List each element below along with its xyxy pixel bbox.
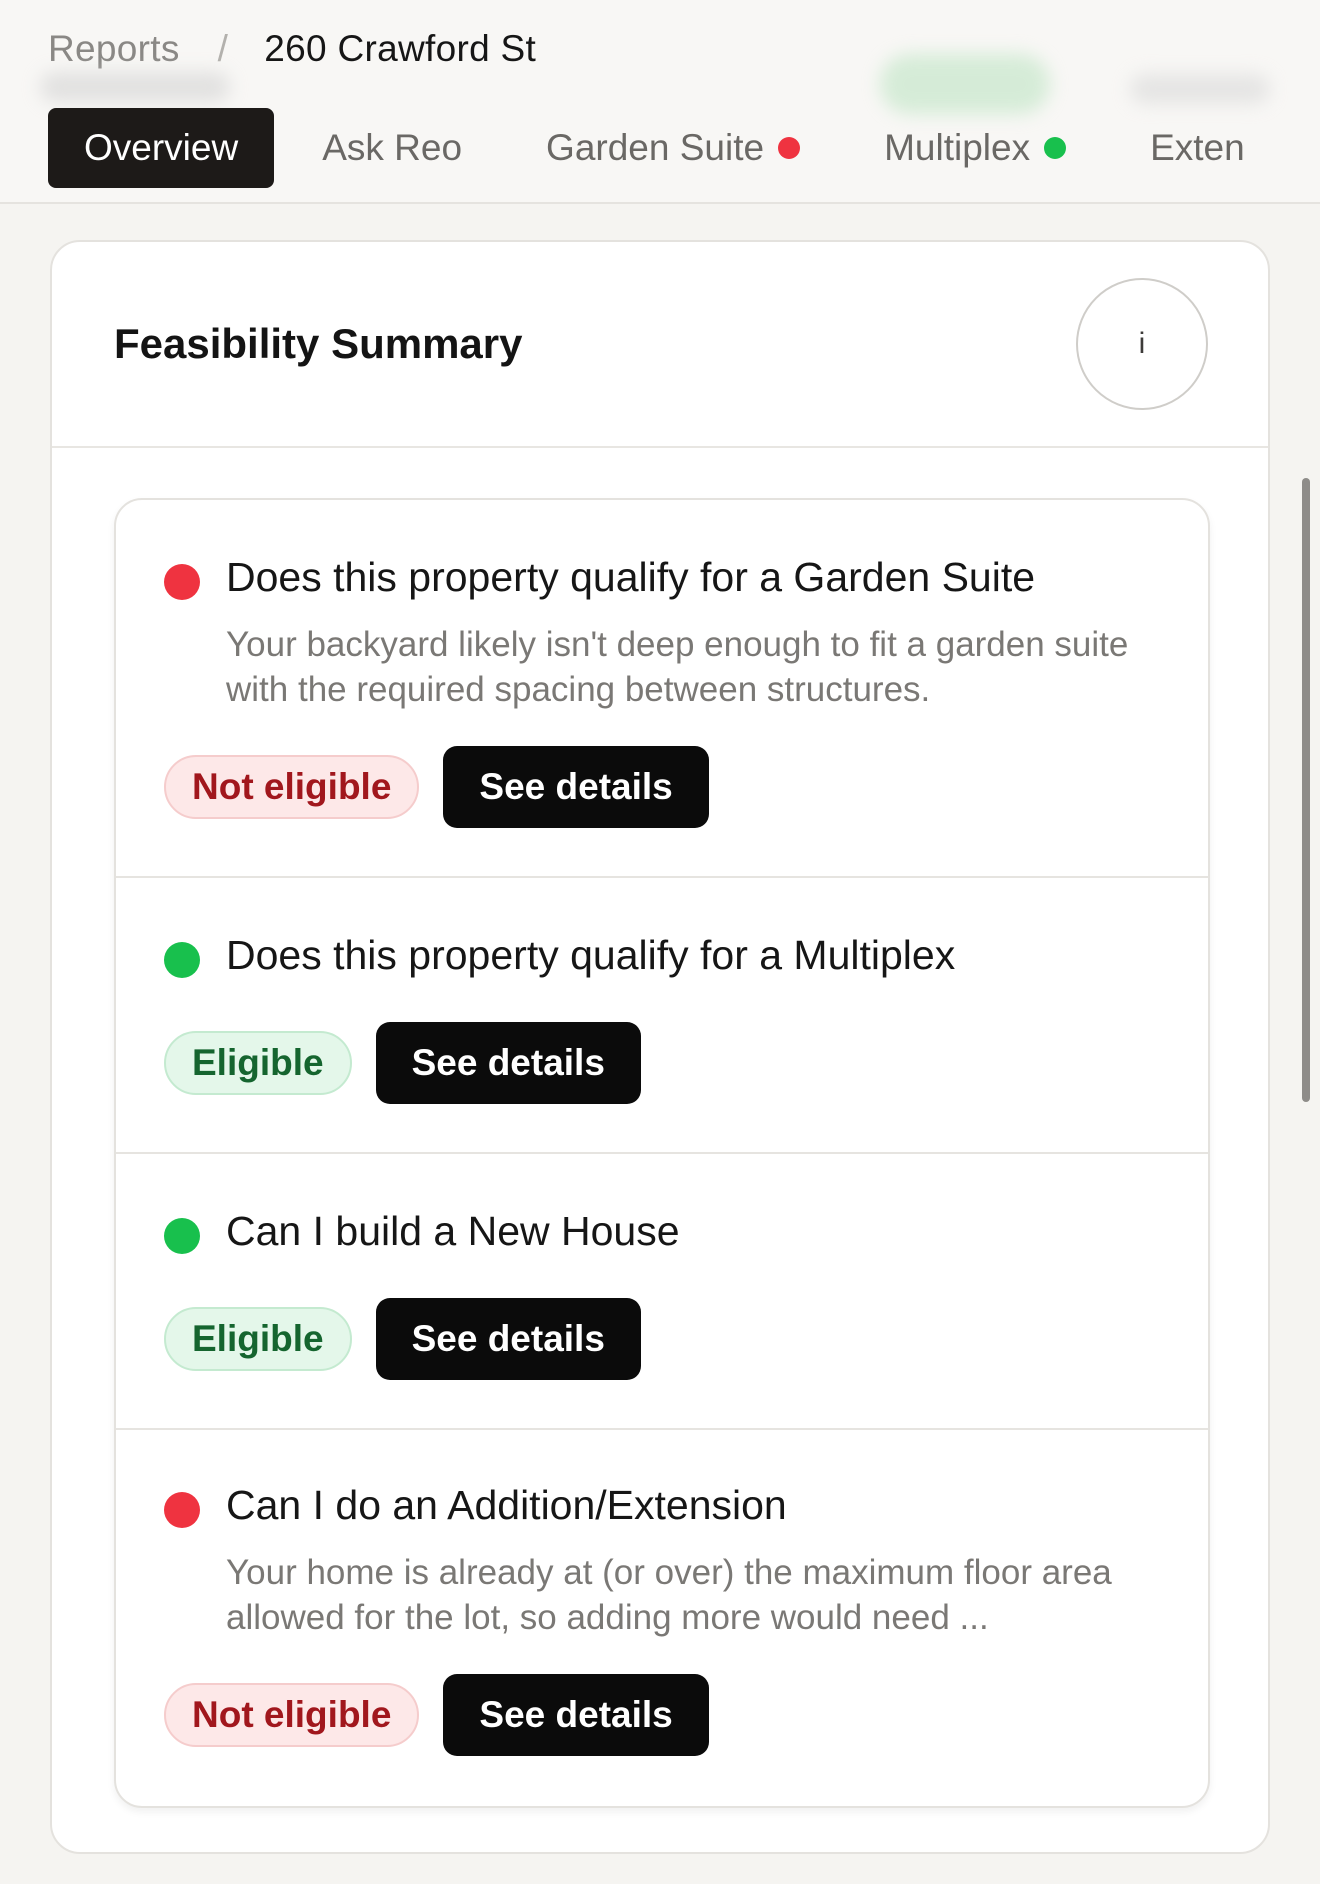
see-details-button[interactable]: See details — [443, 746, 709, 828]
list-item-new-house: Can I build a New House Eligible See det… — [116, 1154, 1208, 1430]
tab-multiplex[interactable]: Multiplex — [848, 108, 1102, 188]
see-details-button[interactable]: See details — [375, 1022, 641, 1104]
question-text: Can I build a New House — [226, 1208, 680, 1254]
item-actions: Not eligible See details — [164, 1674, 709, 1756]
status-dot-green — [1044, 137, 1067, 159]
tab-garden-suite[interactable]: Garden Suite — [510, 108, 836, 188]
item-actions: Eligible See details — [164, 1298, 641, 1380]
breadcrumb-current: 260 Crawford St — [264, 28, 537, 69]
tab-label: Exten — [1150, 127, 1245, 168]
tab-bar: Overview Ask Reo Garden Suite Multiplex … — [48, 108, 1281, 188]
status-badge: Not eligible — [164, 755, 420, 819]
question-text: Can I do an Addition/Extension — [226, 1482, 787, 1528]
item-actions: Not eligible See details — [164, 746, 709, 828]
info-button[interactable]: i — [1076, 278, 1208, 410]
feasibility-list: Does this property qualify for a Garden … — [114, 498, 1210, 1808]
item-actions: Eligible See details — [164, 1022, 641, 1104]
question-text: Does this property qualify for a Garden … — [226, 554, 1036, 600]
info-icon: i — [1138, 327, 1146, 360]
card-header: Feasibility Summary i — [52, 242, 1268, 448]
status-dot-red — [778, 137, 801, 159]
list-item-addition-extension: Can I do an Addition/Extension Your home… — [116, 1430, 1208, 1806]
list-item-multiplex: Does this property qualify for a Multipl… — [116, 878, 1208, 1154]
tab-overview[interactable]: Overview — [48, 108, 275, 188]
see-details-button[interactable]: See details — [443, 1674, 709, 1756]
blurred-chip-right — [1130, 74, 1270, 104]
breadcrumb-reports-link[interactable]: Reports — [48, 28, 180, 70]
status-badge: Eligible — [164, 1031, 352, 1095]
status-badge: Eligible — [164, 1307, 352, 1371]
see-details-button[interactable]: See details — [375, 1298, 641, 1380]
blurred-chip-action — [880, 54, 1050, 114]
question-text: Does this property qualify for a Multipl… — [226, 932, 956, 978]
status-badge: Not eligible — [164, 1683, 420, 1747]
breadcrumb: Reports / 260 Crawford St — [48, 22, 536, 76]
top-bar: Reports / 260 Crawford St Overview Ask R… — [0, 0, 1320, 204]
tab-label: Multiplex — [884, 127, 1031, 168]
status-dot-green — [164, 1218, 200, 1254]
tab-label: Overview — [84, 127, 239, 168]
list-item-garden-suite: Does this property qualify for a Garden … — [116, 500, 1208, 878]
blurred-chip-left — [40, 72, 230, 102]
scrollbar-thumb[interactable] — [1302, 478, 1310, 1102]
tab-label: Garden Suite — [546, 127, 765, 168]
tab-label: Ask Reo — [322, 127, 463, 168]
status-dot-red — [164, 564, 200, 600]
tab-ask-reo[interactable]: Ask Reo — [286, 108, 498, 188]
tab-extension[interactable]: Exten — [1114, 108, 1281, 188]
card-title: Feasibility Summary — [114, 320, 523, 367]
description-text: Your home is already at (or over) the ma… — [226, 1553, 1112, 1637]
feasibility-summary-card: Feasibility Summary i Does this property… — [50, 240, 1270, 1854]
breadcrumb-separator: / — [217, 28, 229, 69]
status-dot-green — [164, 942, 200, 978]
status-dot-red — [164, 1492, 200, 1528]
description-text: Your backyard likely isn't deep enough t… — [226, 625, 1129, 709]
